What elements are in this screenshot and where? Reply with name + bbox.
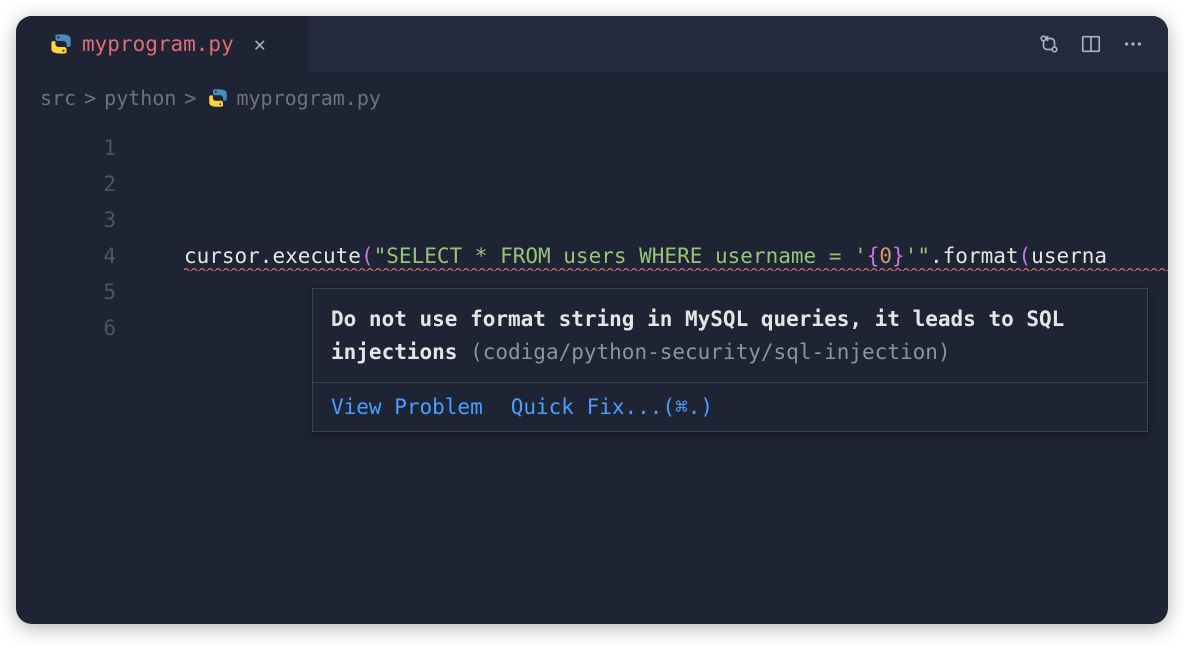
editor-window: myprogram.py ✕: [16, 16, 1168, 624]
split-editor-icon[interactable]: [1080, 33, 1102, 55]
breadcrumb-item-file[interactable]: myprogram.py: [236, 86, 381, 110]
chevron-right-icon: >: [184, 86, 196, 110]
breadcrumb-item-src[interactable]: src: [40, 86, 76, 110]
line-number: 1: [16, 130, 116, 166]
view-problem-link[interactable]: View Problem: [331, 395, 483, 419]
code-line-2[interactable]: [146, 166, 1168, 202]
code-line-1[interactable]: [146, 130, 1168, 166]
chevron-right-icon: >: [84, 86, 96, 110]
tab-filename: myprogram.py: [82, 32, 234, 56]
compare-changes-icon[interactable]: [1038, 33, 1060, 55]
toolbar-right: [1014, 16, 1168, 72]
python-icon: [208, 88, 228, 108]
python-icon: [50, 33, 72, 55]
problem-actions: View Problem Quick Fix...(⌘.): [313, 383, 1147, 431]
line-number: 3: [16, 202, 116, 238]
editor-area[interactable]: 1 2 3 4 5 6 cursor.execute("SELECT * FRO…: [16, 118, 1168, 346]
code-line-4[interactable]: cursor.execute("SELECT * FROM users WHER…: [146, 238, 1168, 274]
file-tab[interactable]: myprogram.py ✕: [32, 16, 288, 72]
tab-bar: myprogram.py ✕: [16, 16, 1168, 72]
line-number: 6: [16, 310, 116, 346]
more-actions-icon[interactable]: [1122, 33, 1144, 55]
code-line-3[interactable]: [146, 202, 1168, 238]
breadcrumb-item-python[interactable]: python: [104, 86, 176, 110]
breadcrumb: src > python > myprogram.py: [16, 72, 1168, 118]
problem-message: Do not use format string in MySQL querie…: [313, 289, 1147, 383]
close-icon[interactable]: ✕: [250, 34, 270, 54]
error-squiggle: [184, 267, 1168, 271]
tab-spacer: [308, 16, 1014, 72]
problem-rule-id: (codiga/python-security/sql-injection): [470, 340, 950, 364]
line-number: 2: [16, 166, 116, 202]
line-gutter: 1 2 3 4 5 6: [16, 130, 146, 346]
quick-fix-link[interactable]: Quick Fix...(⌘.): [511, 395, 713, 419]
line-number: 5: [16, 274, 116, 310]
line-number: 4: [16, 238, 116, 274]
problem-hover-tooltip: Do not use format string in MySQL querie…: [312, 288, 1148, 432]
